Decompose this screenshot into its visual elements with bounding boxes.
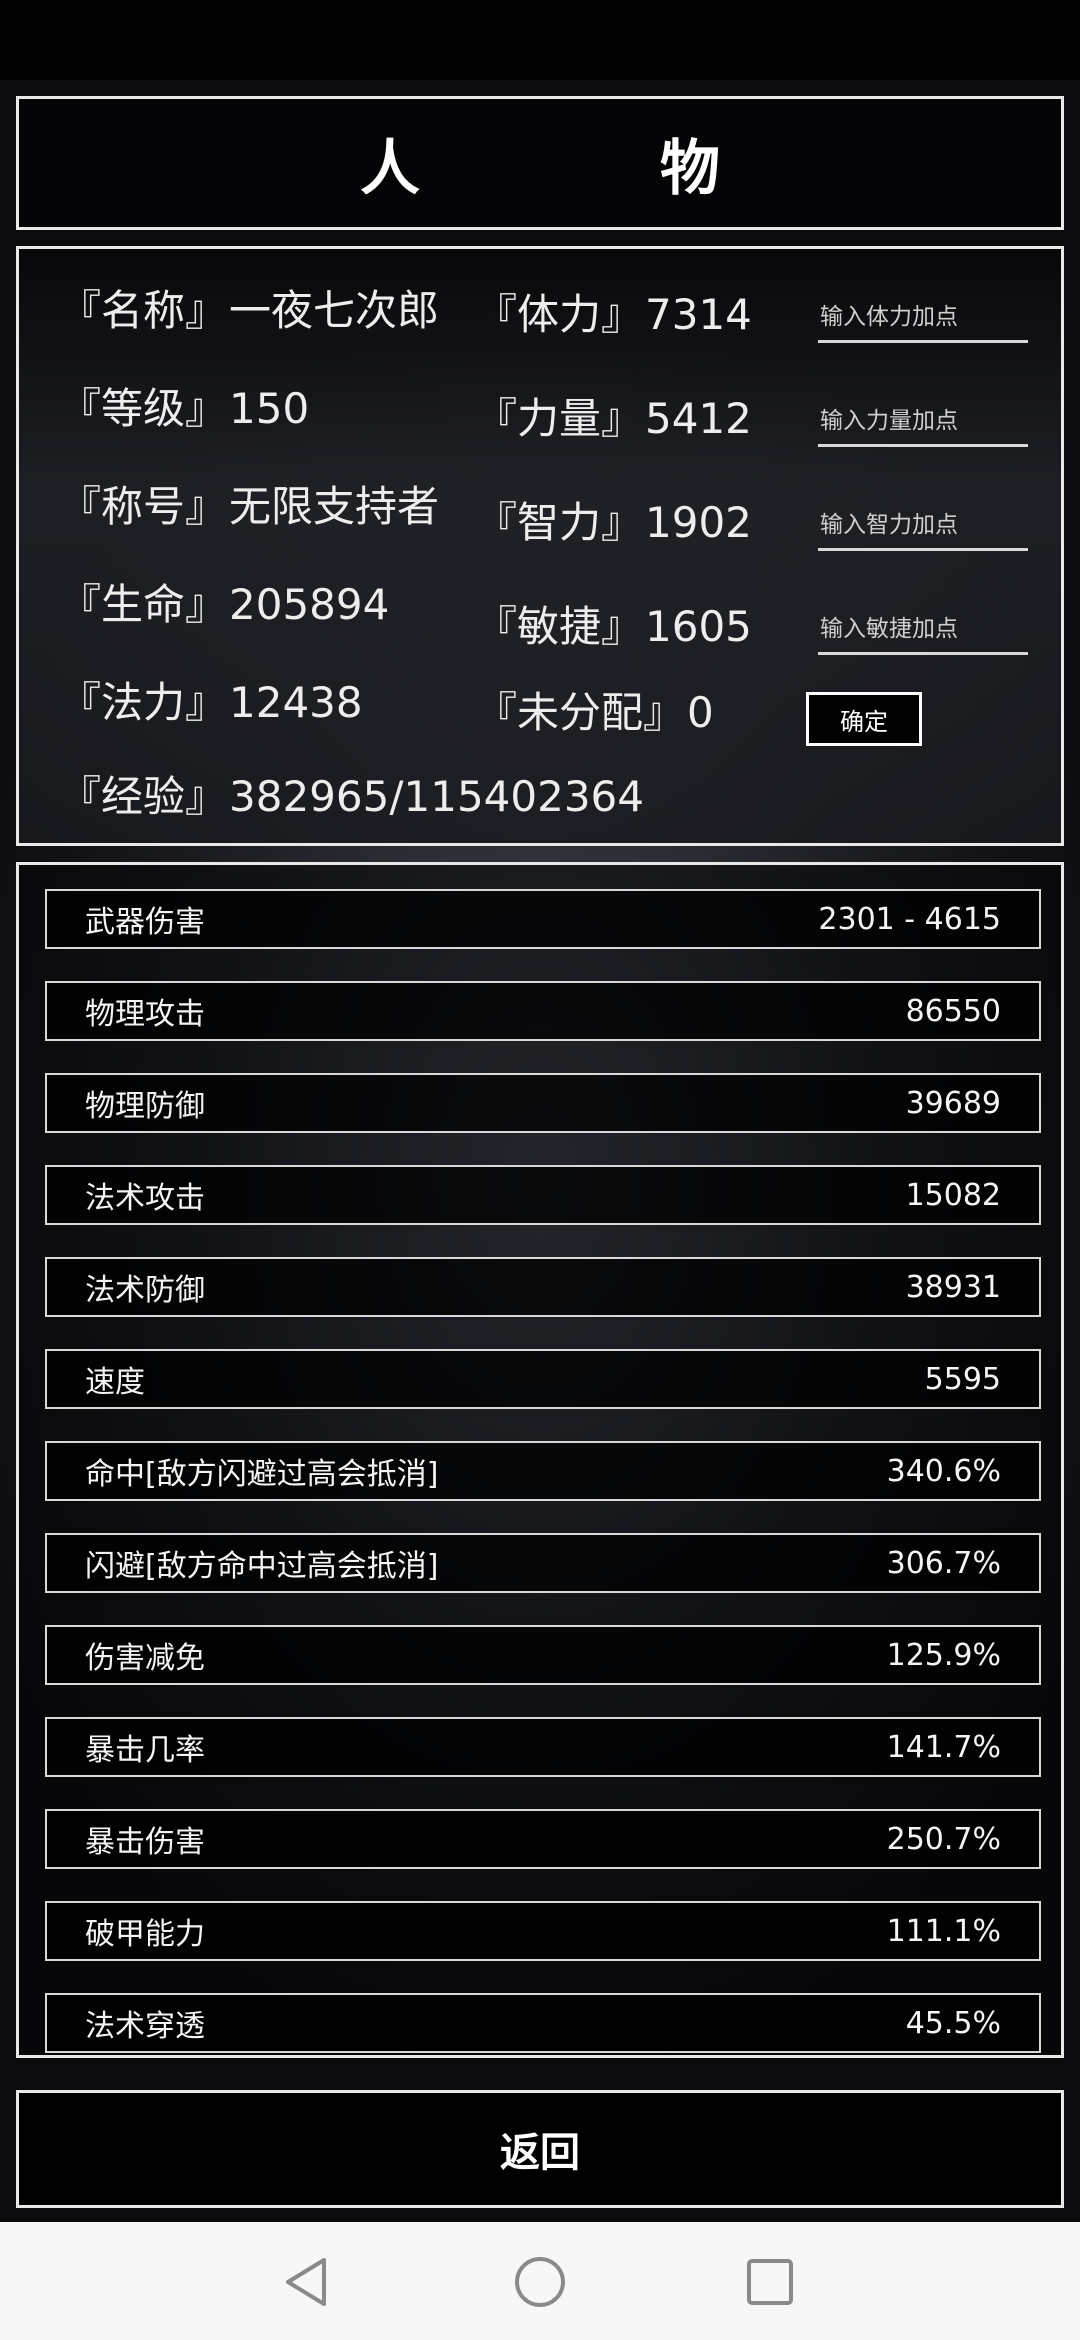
honor-row: 『称号』无限支持者: [59, 473, 439, 534]
unassigned-label: 『未分配』: [475, 688, 686, 737]
stat-label: 物理攻击: [85, 997, 205, 1032]
confirm-button[interactable]: 确定: [806, 692, 922, 746]
stat-value: 125.9%: [886, 1637, 1001, 1673]
stat-value: 15082: [905, 1177, 1001, 1213]
mp-row: 『法力』12438: [59, 669, 363, 730]
strength-row: 『力量』5412: [475, 385, 752, 446]
stat-value: 2301 - 4615: [818, 901, 1001, 937]
exp-row: 『经验』382965/115402364: [59, 763, 644, 824]
screen: 人 物 『名称』一夜七次郎 『等级』150 『称号』无限支持者 『生命』2058…: [0, 0, 1080, 2340]
nav-recent-button[interactable]: [730, 2242, 810, 2322]
name-label: 『名称』: [59, 286, 228, 335]
level-label: 『等级』: [59, 384, 228, 433]
stat-value: 306.7%: [886, 1545, 1001, 1581]
stat-row-physical-attack: 物理攻击 86550: [45, 981, 1041, 1041]
stat-row-crit-rate: 暴击几率 141.7%: [45, 1717, 1041, 1777]
stat-row-magic-penetration: 法术穿透 45.5%: [45, 1993, 1041, 2053]
stat-value: 340.6%: [886, 1453, 1001, 1489]
back-label: 返回: [500, 2130, 580, 2176]
square-recent-icon: [747, 2259, 793, 2305]
mp-value: 12438: [229, 678, 363, 727]
stat-label: 暴击几率: [85, 1733, 205, 1768]
nav-home-button[interactable]: [500, 2242, 580, 2322]
strength-points-input[interactable]: [818, 398, 1028, 447]
stat-label: 闪避[敌方命中过高会抵消]: [85, 1549, 439, 1584]
triangle-back-icon: [286, 2258, 326, 2306]
stamina-row: 『体力』7314: [475, 281, 752, 342]
title-panel: 人 物: [16, 96, 1064, 230]
stat-label: 物理防御: [85, 1089, 205, 1124]
nav-back-button[interactable]: [268, 2242, 348, 2322]
stat-value: 141.7%: [886, 1729, 1001, 1765]
hp-label: 『生命』: [59, 580, 228, 629]
intellect-points-input[interactable]: [818, 502, 1028, 551]
hp-value: 205894: [229, 580, 390, 629]
agility-label: 『敏捷』: [475, 602, 644, 651]
stat-row-armor-break: 破甲能力 111.1%: [45, 1901, 1041, 1961]
page-title: 人 物: [360, 133, 810, 204]
strength-value: 5412: [645, 394, 752, 443]
stat-row-crit-damage: 暴击伤害 250.7%: [45, 1809, 1041, 1869]
stat-label: 命中[敌方闪避过高会抵消]: [85, 1457, 439, 1492]
agility-value: 1605: [645, 602, 752, 651]
system-nav-bar: [0, 2222, 1080, 2340]
unassigned-value: 0: [687, 688, 714, 737]
stamina-value: 7314: [645, 290, 752, 339]
intellect-value: 1902: [645, 498, 752, 547]
exp-value: 382965/115402364: [229, 772, 644, 821]
stats-panel[interactable]: 武器伤害 2301 - 4615 物理攻击 86550 物理防御 39689 法…: [16, 862, 1064, 2058]
mp-label: 『法力』: [59, 678, 228, 727]
stat-value: 38931: [905, 1269, 1001, 1305]
stat-value: 39689: [905, 1085, 1001, 1121]
stat-label: 法术防御: [85, 1273, 205, 1308]
stat-label: 法术穿透: [85, 2009, 205, 2044]
stat-row-speed: 速度 5595: [45, 1349, 1041, 1409]
stat-row-physical-defense: 物理防御 39689: [45, 1073, 1041, 1133]
stat-row-magic-attack: 法术攻击 15082: [45, 1165, 1041, 1225]
hp-row: 『生命』205894: [59, 571, 389, 632]
back-button[interactable]: 返回: [16, 2090, 1064, 2208]
stat-value: 86550: [905, 993, 1001, 1029]
intellect-row: 『智力』1902: [475, 489, 752, 550]
agility-row: 『敏捷』1605: [475, 593, 752, 654]
intellect-label: 『智力』: [475, 498, 644, 547]
stat-label: 伤害减免: [85, 1641, 205, 1676]
circle-home-icon: [515, 2257, 565, 2307]
stat-label: 破甲能力: [85, 1917, 205, 1952]
stamina-points-input[interactable]: [818, 294, 1028, 343]
stat-row-dodge: 闪避[敌方命中过高会抵消] 306.7%: [45, 1533, 1041, 1593]
status-bar: [0, 0, 1080, 80]
unassigned-row: 『未分配』0: [475, 679, 714, 740]
stat-row-weapon-damage: 武器伤害 2301 - 4615: [45, 889, 1041, 949]
strength-label: 『力量』: [475, 394, 644, 443]
stat-value: 5595: [924, 1361, 1001, 1397]
agility-points-input[interactable]: [818, 606, 1028, 655]
honor-label: 『称号』: [59, 482, 228, 531]
stat-label: 暴击伤害: [85, 1825, 205, 1860]
stat-row-magic-defense: 法术防御 38931: [45, 1257, 1041, 1317]
stat-value: 111.1%: [886, 1913, 1001, 1949]
name-row: 『名称』一夜七次郎: [59, 277, 439, 338]
stat-label: 武器伤害: [85, 905, 205, 940]
stat-row-damage-reduction: 伤害减免 125.9%: [45, 1625, 1041, 1685]
honor-value: 无限支持者: [229, 482, 440, 531]
level-value: 150: [229, 384, 310, 433]
stat-label: 法术攻击: [85, 1181, 205, 1216]
stat-value: 250.7%: [886, 1821, 1001, 1857]
stat-row-hit: 命中[敌方闪避过高会抵消] 340.6%: [45, 1441, 1041, 1501]
stamina-label: 『体力』: [475, 290, 644, 339]
stat-label: 速度: [85, 1365, 145, 1400]
level-row: 『等级』150: [59, 375, 309, 436]
exp-label: 『经验』: [59, 772, 228, 821]
stat-value: 45.5%: [905, 2005, 1001, 2041]
name-value: 一夜七次郎: [229, 286, 440, 335]
